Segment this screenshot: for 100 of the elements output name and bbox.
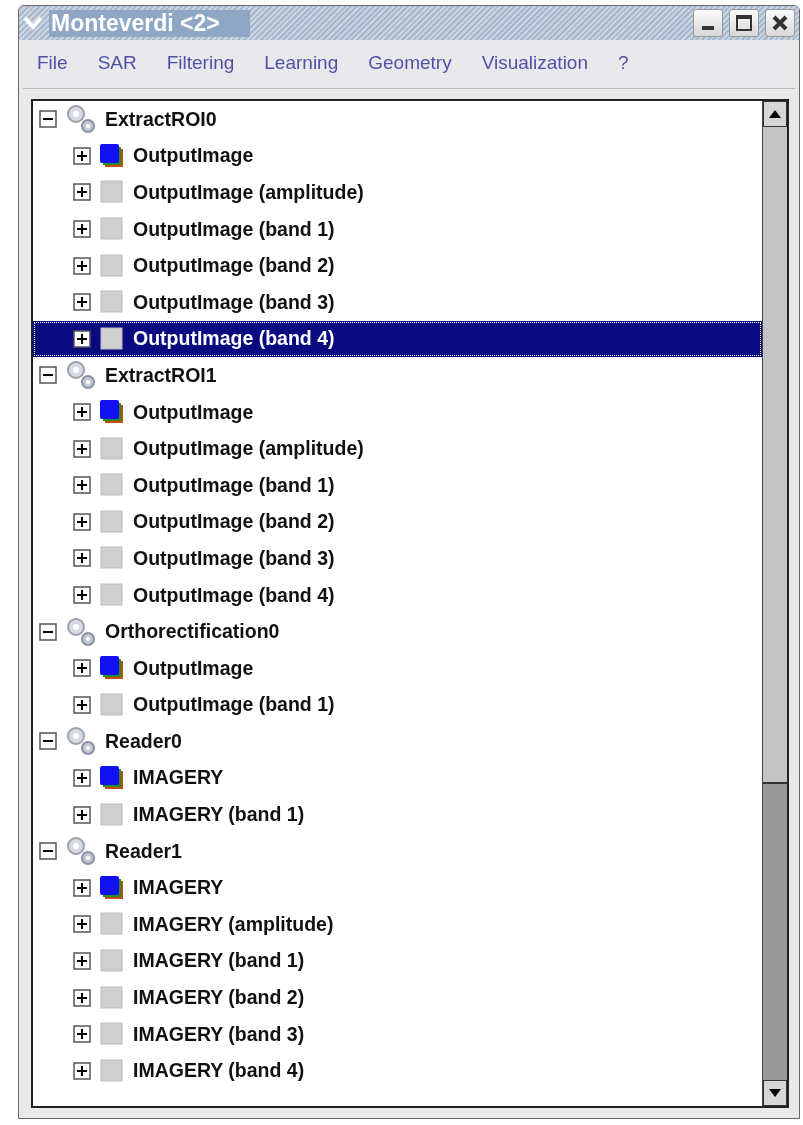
tree-item[interactable]: OutputImage (band 2) [33, 503, 762, 541]
expand-icon[interactable] [73, 805, 91, 824]
tree-item[interactable]: OutputImage [33, 649, 762, 687]
expand-icon[interactable] [73, 146, 91, 165]
tree-item[interactable]: OutputImage (band 3) [33, 283, 762, 321]
expand-icon[interactable] [73, 439, 91, 458]
expand-icon[interactable] [73, 476, 91, 495]
minimize-icon [702, 26, 714, 30]
window-title: Monteverdi <2> [49, 9, 250, 37]
up-arrow-icon [769, 110, 781, 118]
tree-item[interactable]: Orthorectification0 [33, 613, 762, 650]
tree-item[interactable]: IMAGERY [33, 869, 762, 907]
close-icon [772, 15, 788, 31]
tree-item[interactable]: OutputImage (band 4) [33, 320, 762, 358]
expand-icon[interactable] [73, 293, 91, 312]
collapse-icon[interactable] [39, 622, 57, 641]
tree-item[interactable]: IMAGERY (band 2) [33, 979, 762, 1016]
expand-icon[interactable] [73, 915, 91, 934]
color-layers-icon [99, 399, 125, 426]
expand-icon[interactable] [73, 659, 91, 678]
expand-icon[interactable] [73, 1061, 91, 1080]
expand-icon[interactable] [73, 878, 91, 897]
tree-item[interactable]: OutputImage (band 1) [33, 686, 762, 724]
color-layers-icon [99, 765, 125, 791]
gears-icon [65, 836, 97, 867]
tree-item[interactable]: OutputImage (band 1) [33, 466, 762, 504]
blank-layer-icon [99, 289, 125, 316]
scroll-down-button[interactable] [763, 1080, 787, 1106]
scroll-thumb[interactable] [763, 127, 787, 784]
gears-icon [65, 104, 97, 135]
expand-icon[interactable] [73, 988, 91, 1007]
blank-layer-icon [99, 1021, 125, 1048]
tree-item[interactable]: OutputImage (band 3) [33, 540, 762, 577]
menu-item[interactable]: ? [618, 52, 629, 74]
expand-icon[interactable] [73, 586, 91, 604]
menu-item[interactable]: Geometry [368, 52, 452, 74]
tree-item[interactable]: IMAGERY (band 3) [33, 1015, 762, 1053]
color-layers-icon [99, 142, 125, 169]
expand-icon[interactable] [73, 183, 91, 202]
tree-item[interactable]: ExtractROI1 [33, 357, 762, 394]
expand-icon[interactable] [73, 769, 91, 787]
expand-icon[interactable] [73, 512, 91, 531]
blank-layer-icon [99, 325, 125, 352]
minimize-button[interactable] [693, 9, 723, 37]
collapse-icon[interactable] [39, 366, 57, 385]
menu-item[interactable]: Visualization [481, 52, 588, 74]
tree-item[interactable]: IMAGERY [33, 759, 762, 797]
blank-layer-icon [99, 582, 125, 608]
blank-layer-icon [99, 435, 125, 462]
expand-icon[interactable] [73, 256, 91, 275]
menu-item[interactable]: Learning [264, 52, 339, 74]
maximize-icon [736, 15, 752, 31]
expand-icon[interactable] [73, 695, 91, 714]
tree-item[interactable]: OutputImage (band 4) [33, 576, 762, 614]
scrollbar[interactable] [762, 101, 787, 1106]
menu-item[interactable]: File [37, 52, 68, 74]
blank-layer-icon [99, 1057, 125, 1084]
tree-item[interactable]: OutputImage [33, 137, 762, 175]
blank-layer-icon [99, 545, 125, 572]
collapse-icon[interactable] [39, 110, 57, 129]
menu-item[interactable]: Filtering [166, 52, 235, 74]
color-layers-icon [99, 655, 125, 682]
tree-item[interactable]: OutputImage (amplitude) [33, 174, 762, 211]
expand-icon[interactable] [73, 403, 91, 422]
tree-item[interactable]: IMAGERY (band 1) [33, 942, 762, 980]
scroll-up-button[interactable] [763, 101, 787, 127]
tree-item[interactable]: OutputImage [33, 393, 762, 431]
tree-item[interactable]: OutputImage (band 1) [33, 210, 762, 248]
tree-item[interactable]: OutputImage (band 2) [33, 247, 762, 284]
tree-item[interactable]: IMAGERY (band 4) [33, 1052, 762, 1090]
blank-layer-icon [99, 984, 125, 1011]
gears-icon [65, 726, 97, 757]
blank-layer-icon [99, 691, 125, 718]
menu-item[interactable]: SAR [97, 52, 137, 74]
tree-item[interactable]: Reader1 [33, 832, 762, 870]
expand-icon[interactable] [73, 1025, 91, 1044]
gears-icon [65, 360, 97, 391]
tree-item[interactable]: OutputImage (amplitude) [33, 430, 762, 467]
tree-item[interactable]: ExtractROI0 [33, 101, 762, 138]
tree-item[interactable]: IMAGERY (band 1) [33, 796, 762, 833]
expand-icon[interactable] [73, 549, 91, 568]
maximize-button[interactable] [729, 9, 759, 37]
close-button[interactable] [765, 9, 795, 37]
blank-layer-icon [99, 472, 125, 499]
tree-item[interactable]: IMAGERY (amplitude) [33, 906, 762, 943]
gears-icon [65, 616, 97, 647]
collapse-icon[interactable] [39, 732, 57, 751]
down-arrow-icon [769, 1089, 781, 1097]
collapse-icon[interactable] [39, 842, 57, 861]
blank-layer-icon [99, 252, 125, 279]
blank-layer-icon [99, 947, 125, 974]
blank-layer-icon [99, 801, 125, 828]
tree-item[interactable]: Reader0 [33, 723, 762, 760]
blank-layer-icon [99, 508, 125, 535]
color-layers-icon [99, 874, 125, 901]
expand-icon[interactable] [73, 329, 91, 348]
expand-icon[interactable] [73, 951, 91, 970]
blank-layer-icon [99, 179, 125, 206]
expand-icon[interactable] [73, 220, 91, 239]
blank-layer-icon [99, 911, 125, 938]
